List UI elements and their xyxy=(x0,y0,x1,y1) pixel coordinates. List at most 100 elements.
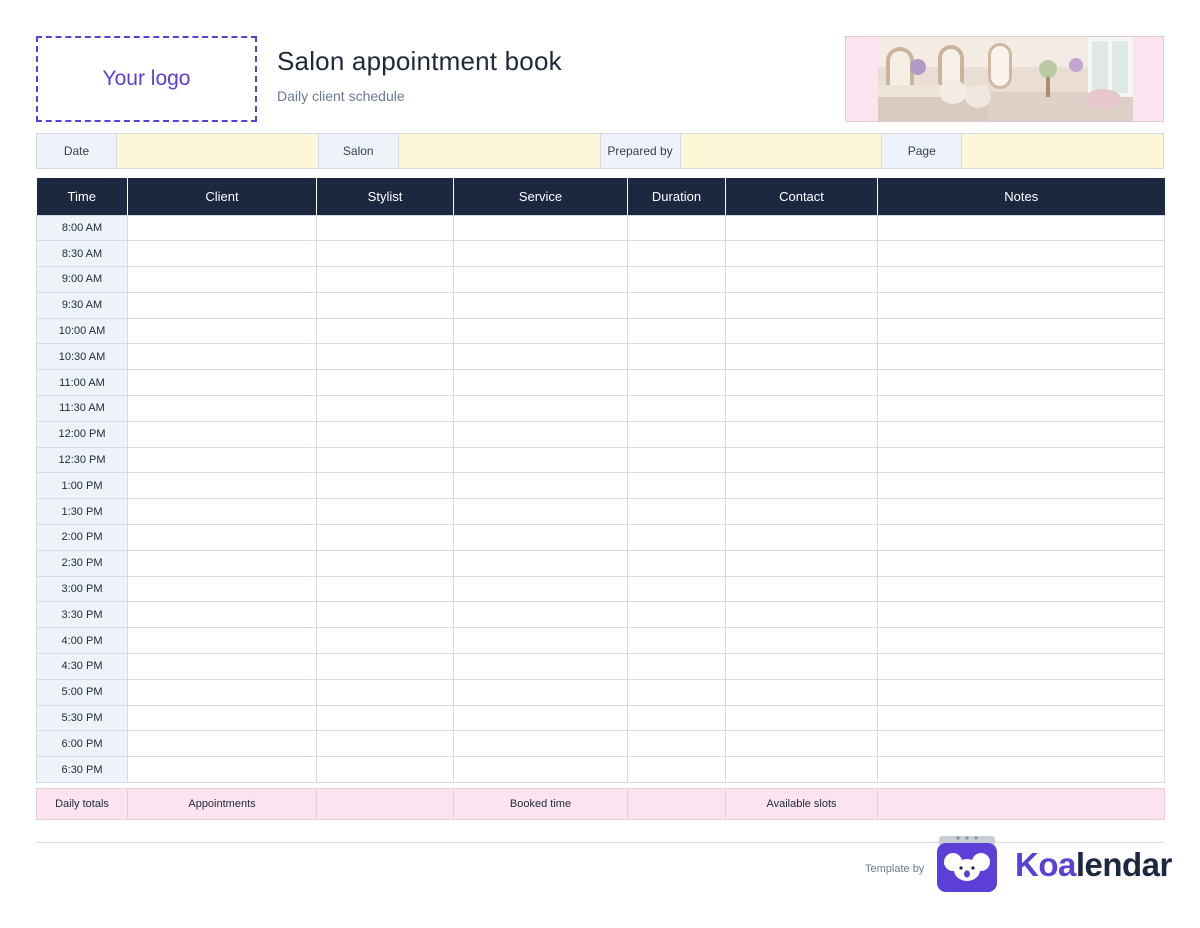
stylist-cell[interactable] xyxy=(316,317,454,345)
notes-cell[interactable] xyxy=(877,498,1165,526)
stylist-cell[interactable] xyxy=(316,704,454,732)
contact-cell[interactable] xyxy=(725,291,878,319)
client-cell[interactable] xyxy=(127,730,317,758)
client-cell[interactable] xyxy=(127,575,317,603)
notes-cell[interactable] xyxy=(877,420,1165,448)
stylist-cell[interactable] xyxy=(316,446,454,474)
client-cell[interactable] xyxy=(127,317,317,345)
service-cell[interactable] xyxy=(453,240,628,268)
contact-cell[interactable] xyxy=(725,420,878,448)
contact-cell[interactable] xyxy=(725,446,878,474)
notes-cell[interactable] xyxy=(877,704,1165,732)
stylist-cell[interactable] xyxy=(316,343,454,371)
stylist-cell[interactable] xyxy=(316,601,454,629)
client-cell[interactable] xyxy=(127,524,317,551)
service-cell[interactable] xyxy=(453,756,628,784)
notes-cell[interactable] xyxy=(877,678,1165,706)
client-cell[interactable] xyxy=(127,420,317,448)
stylist-cell[interactable] xyxy=(316,498,454,526)
contact-cell[interactable] xyxy=(725,240,878,268)
client-cell[interactable] xyxy=(127,446,317,474)
service-cell[interactable] xyxy=(453,678,628,706)
stylist-cell[interactable] xyxy=(316,549,454,577)
contact-cell[interactable] xyxy=(725,266,878,293)
booked-time-total-field[interactable] xyxy=(627,788,726,820)
notes-cell[interactable] xyxy=(877,549,1165,577)
duration-cell[interactable] xyxy=(627,446,726,474)
client-cell[interactable] xyxy=(127,472,317,500)
duration-cell[interactable] xyxy=(627,395,726,422)
service-cell[interactable] xyxy=(453,524,628,551)
stylist-cell[interactable] xyxy=(316,627,454,655)
service-cell[interactable] xyxy=(453,730,628,758)
contact-cell[interactable] xyxy=(725,678,878,706)
notes-cell[interactable] xyxy=(877,472,1165,500)
notes-cell[interactable] xyxy=(877,730,1165,758)
notes-cell[interactable] xyxy=(877,291,1165,319)
service-cell[interactable] xyxy=(453,343,628,371)
duration-cell[interactable] xyxy=(627,266,726,293)
logo-placeholder[interactable]: Your logo xyxy=(36,36,257,122)
duration-cell[interactable] xyxy=(627,678,726,706)
service-cell[interactable] xyxy=(453,395,628,422)
duration-cell[interactable] xyxy=(627,627,726,655)
client-cell[interactable] xyxy=(127,266,317,293)
notes-cell[interactable] xyxy=(877,524,1165,551)
contact-cell[interactable] xyxy=(725,498,878,526)
stylist-cell[interactable] xyxy=(316,524,454,551)
duration-cell[interactable] xyxy=(627,343,726,371)
service-cell[interactable] xyxy=(453,627,628,655)
contact-cell[interactable] xyxy=(725,704,878,732)
notes-cell[interactable] xyxy=(877,240,1165,268)
page-field[interactable] xyxy=(962,134,1163,168)
duration-cell[interactable] xyxy=(627,317,726,345)
stylist-cell[interactable] xyxy=(316,678,454,706)
contact-cell[interactable] xyxy=(725,549,878,577)
available-slots-total-field[interactable] xyxy=(877,788,1165,820)
service-cell[interactable] xyxy=(453,317,628,345)
stylist-cell[interactable] xyxy=(316,756,454,784)
stylist-cell[interactable] xyxy=(316,730,454,758)
duration-cell[interactable] xyxy=(627,524,726,551)
contact-cell[interactable] xyxy=(725,472,878,500)
service-cell[interactable] xyxy=(453,420,628,448)
client-cell[interactable] xyxy=(127,627,317,655)
stylist-cell[interactable] xyxy=(316,653,454,680)
client-cell[interactable] xyxy=(127,395,317,422)
service-cell[interactable] xyxy=(453,575,628,603)
stylist-cell[interactable] xyxy=(316,472,454,500)
notes-cell[interactable] xyxy=(877,446,1165,474)
client-cell[interactable] xyxy=(127,343,317,371)
notes-cell[interactable] xyxy=(877,395,1165,422)
client-cell[interactable] xyxy=(127,549,317,577)
client-cell[interactable] xyxy=(127,369,317,397)
notes-cell[interactable] xyxy=(877,575,1165,603)
notes-cell[interactable] xyxy=(877,601,1165,629)
stylist-cell[interactable] xyxy=(316,214,454,242)
client-cell[interactable] xyxy=(127,678,317,706)
contact-cell[interactable] xyxy=(725,369,878,397)
contact-cell[interactable] xyxy=(725,524,878,551)
stylist-cell[interactable] xyxy=(316,575,454,603)
stylist-cell[interactable] xyxy=(316,266,454,293)
duration-cell[interactable] xyxy=(627,291,726,319)
contact-cell[interactable] xyxy=(725,653,878,680)
contact-cell[interactable] xyxy=(725,756,878,784)
service-cell[interactable] xyxy=(453,214,628,242)
duration-cell[interactable] xyxy=(627,549,726,577)
duration-cell[interactable] xyxy=(627,704,726,732)
duration-cell[interactable] xyxy=(627,601,726,629)
notes-cell[interactable] xyxy=(877,369,1165,397)
service-cell[interactable] xyxy=(453,446,628,474)
service-cell[interactable] xyxy=(453,653,628,680)
client-cell[interactable] xyxy=(127,214,317,242)
notes-cell[interactable] xyxy=(877,343,1165,371)
notes-cell[interactable] xyxy=(877,317,1165,345)
contact-cell[interactable] xyxy=(725,343,878,371)
client-cell[interactable] xyxy=(127,498,317,526)
client-cell[interactable] xyxy=(127,756,317,784)
notes-cell[interactable] xyxy=(877,756,1165,784)
duration-cell[interactable] xyxy=(627,730,726,758)
service-cell[interactable] xyxy=(453,266,628,293)
notes-cell[interactable] xyxy=(877,214,1165,242)
